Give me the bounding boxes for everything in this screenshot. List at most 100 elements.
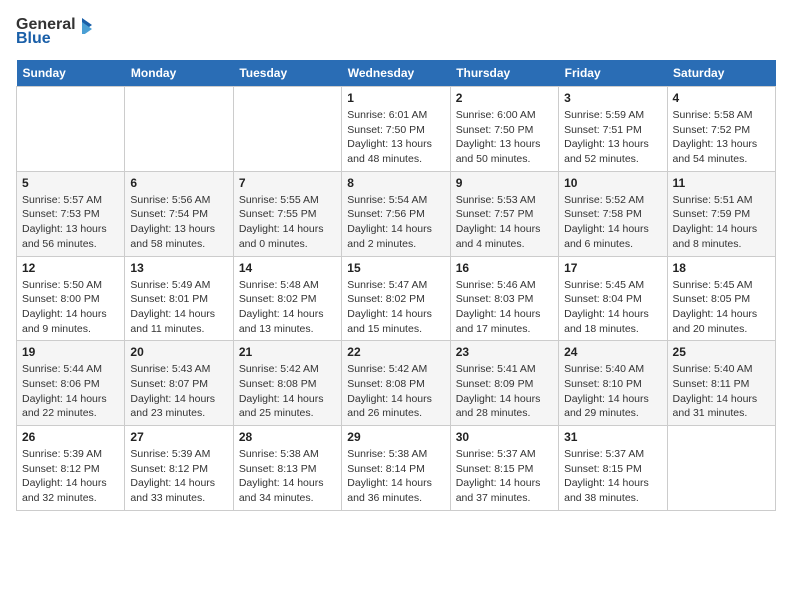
day-header-tuesday: Tuesday (233, 60, 341, 87)
day-number: 9 (456, 176, 553, 190)
week-row-2: 5 Sunrise: 5:57 AMSunset: 7:53 PMDaylight… (17, 171, 776, 256)
logo-blue-text: Blue (16, 30, 51, 48)
week-row-1: 1 Sunrise: 6:01 AMSunset: 7:50 PMDaylight… (17, 87, 776, 172)
day-info: Sunrise: 5:46 AMSunset: 8:03 PMDaylight:… (456, 278, 553, 337)
day-number: 4 (673, 91, 770, 105)
day-info: Sunrise: 5:40 AMSunset: 8:10 PMDaylight:… (564, 362, 661, 421)
day-info: Sunrise: 5:50 AMSunset: 8:00 PMDaylight:… (22, 278, 119, 337)
week-row-5: 26 Sunrise: 5:39 AMSunset: 8:12 PMDayligh… (17, 426, 776, 511)
week-row-3: 12 Sunrise: 5:50 AMSunset: 8:00 PMDayligh… (17, 256, 776, 341)
calendar-cell: 21Sunrise: 5:42 AMSunset: 8:08 PMDayligh… (233, 341, 341, 426)
calendar-cell: 27 Sunrise: 5:39 AMSunset: 8:12 PMDayligh… (125, 426, 233, 511)
week-row-4: 19 Sunrise: 5:44 AMSunset: 8:06 PMDayligh… (17, 341, 776, 426)
calendar-cell: 13Sunrise: 5:49 AMSunset: 8:01 PMDayligh… (125, 256, 233, 341)
day-number: 21 (239, 345, 336, 359)
day-number: 1 (347, 91, 444, 105)
calendar-cell: 2 Sunrise: 6:00 AMSunset: 7:50 PMDaylight… (450, 87, 558, 172)
logo-arrow-icon (78, 16, 96, 34)
day-info: Sunrise: 5:52 AMSunset: 7:58 PMDaylight:… (564, 193, 661, 252)
day-number: 16 (456, 261, 553, 275)
day-number: 24 (564, 345, 661, 359)
calendar-cell: 14 Sunrise: 5:48 AMSunset: 8:02 PMDayligh… (233, 256, 341, 341)
logo: General Blue (16, 16, 96, 48)
calendar-cell: 25Sunrise: 5:40 AMSunset: 8:11 PMDayligh… (667, 341, 775, 426)
calendar-cell: 6 Sunrise: 5:56 AMSunset: 7:54 PMDaylight… (125, 171, 233, 256)
calendar-cell: 30Sunrise: 5:37 AMSunset: 8:15 PMDayligh… (450, 426, 558, 511)
day-number: 7 (239, 176, 336, 190)
day-info: Sunrise: 5:37 AMSunset: 8:15 PMDaylight:… (456, 447, 553, 506)
day-info: Sunrise: 6:01 AMSunset: 7:50 PMDaylight:… (347, 108, 444, 167)
day-info: Sunrise: 5:38 AMSunset: 8:14 PMDaylight:… (347, 447, 444, 506)
day-info: Sunrise: 5:49 AMSunset: 8:01 PMDaylight:… (130, 278, 227, 337)
calendar-cell: 28 Sunrise: 5:38 AMSunset: 8:13 PMDayligh… (233, 426, 341, 511)
calendar-cell: 4 Sunrise: 5:58 AMSunset: 7:52 PMDaylight… (667, 87, 775, 172)
calendar-cell: 12 Sunrise: 5:50 AMSunset: 8:00 PMDayligh… (17, 256, 125, 341)
day-info: Sunrise: 5:54 AMSunset: 7:56 PMDaylight:… (347, 193, 444, 252)
day-header-thursday: Thursday (450, 60, 558, 87)
calendar-cell: 7 Sunrise: 5:55 AMSunset: 7:55 PMDaylight… (233, 171, 341, 256)
day-info: Sunrise: 5:53 AMSunset: 7:57 PMDaylight:… (456, 193, 553, 252)
calendar-cell: 20 Sunrise: 5:43 AMSunset: 8:07 PMDayligh… (125, 341, 233, 426)
day-number: 8 (347, 176, 444, 190)
page-header: General Blue (16, 16, 776, 48)
day-number: 12 (22, 261, 119, 275)
day-info: Sunrise: 5:39 AMSunset: 8:12 PMDaylight:… (130, 447, 227, 506)
day-number: 27 (130, 430, 227, 444)
calendar-cell: 3Sunrise: 5:59 AMSunset: 7:51 PMDaylight… (559, 87, 667, 172)
day-header-sunday: Sunday (17, 60, 125, 87)
calendar-cell: 24 Sunrise: 5:40 AMSunset: 8:10 PMDayligh… (559, 341, 667, 426)
day-number: 19 (22, 345, 119, 359)
day-number: 28 (239, 430, 336, 444)
day-info: Sunrise: 5:41 AMSunset: 8:09 PMDaylight:… (456, 362, 553, 421)
day-info: Sunrise: 5:45 AMSunset: 8:04 PMDaylight:… (564, 278, 661, 337)
day-number: 17 (564, 261, 661, 275)
day-number: 10 (564, 176, 661, 190)
calendar-cell: 1 Sunrise: 6:01 AMSunset: 7:50 PMDaylight… (342, 87, 450, 172)
day-info: Sunrise: 5:57 AMSunset: 7:53 PMDaylight:… (22, 193, 119, 252)
day-number: 11 (673, 176, 770, 190)
calendar-cell: 8 Sunrise: 5:54 AMSunset: 7:56 PMDaylight… (342, 171, 450, 256)
calendar-cell (233, 87, 341, 172)
days-header-row: SundayMondayTuesdayWednesdayThursdayFrid… (17, 60, 776, 87)
calendar-cell: 10 Sunrise: 5:52 AMSunset: 7:58 PMDayligh… (559, 171, 667, 256)
day-number: 15 (347, 261, 444, 275)
day-info: Sunrise: 5:58 AMSunset: 7:52 PMDaylight:… (673, 108, 770, 167)
day-info: Sunrise: 5:44 AMSunset: 8:06 PMDaylight:… (22, 362, 119, 421)
day-info: Sunrise: 5:38 AMSunset: 8:13 PMDaylight:… (239, 447, 336, 506)
day-info: Sunrise: 5:51 AMSunset: 7:59 PMDaylight:… (673, 193, 770, 252)
calendar-cell: 15 Sunrise: 5:47 AMSunset: 8:02 PMDayligh… (342, 256, 450, 341)
day-info: Sunrise: 6:00 AMSunset: 7:50 PMDaylight:… (456, 108, 553, 167)
day-number: 26 (22, 430, 119, 444)
day-info: Sunrise: 5:48 AMSunset: 8:02 PMDaylight:… (239, 278, 336, 337)
calendar-cell: 23 Sunrise: 5:41 AMSunset: 8:09 PMDayligh… (450, 341, 558, 426)
day-info: Sunrise: 5:45 AMSunset: 8:05 PMDaylight:… (673, 278, 770, 337)
day-info: Sunrise: 5:59 AMSunset: 7:51 PMDaylight:… (564, 108, 661, 167)
day-info: Sunrise: 5:43 AMSunset: 8:07 PMDaylight:… (130, 362, 227, 421)
day-info: Sunrise: 5:56 AMSunset: 7:54 PMDaylight:… (130, 193, 227, 252)
calendar-cell: 26 Sunrise: 5:39 AMSunset: 8:12 PMDayligh… (17, 426, 125, 511)
day-number: 6 (130, 176, 227, 190)
calendar-cell: 17 Sunrise: 5:45 AMSunset: 8:04 PMDayligh… (559, 256, 667, 341)
day-info: Sunrise: 5:55 AMSunset: 7:55 PMDaylight:… (239, 193, 336, 252)
day-number: 23 (456, 345, 553, 359)
day-info: Sunrise: 5:37 AMSunset: 8:15 PMDaylight:… (564, 447, 661, 506)
day-header-monday: Monday (125, 60, 233, 87)
day-info: Sunrise: 5:42 AMSunset: 8:08 PMDaylight:… (347, 362, 444, 421)
day-info: Sunrise: 5:47 AMSunset: 8:02 PMDaylight:… (347, 278, 444, 337)
day-number: 29 (347, 430, 444, 444)
calendar-cell: 22Sunrise: 5:42 AMSunset: 8:08 PMDayligh… (342, 341, 450, 426)
day-header-friday: Friday (559, 60, 667, 87)
calendar-table: SundayMondayTuesdayWednesdayThursdayFrid… (16, 60, 776, 511)
calendar-cell: 19 Sunrise: 5:44 AMSunset: 8:06 PMDayligh… (17, 341, 125, 426)
day-number: 2 (456, 91, 553, 105)
day-number: 14 (239, 261, 336, 275)
calendar-cell (17, 87, 125, 172)
day-number: 20 (130, 345, 227, 359)
calendar-cell: 31Sunrise: 5:37 AMSunset: 8:15 PMDayligh… (559, 426, 667, 511)
calendar-cell: 29 Sunrise: 5:38 AMSunset: 8:14 PMDayligh… (342, 426, 450, 511)
day-header-saturday: Saturday (667, 60, 775, 87)
day-header-wednesday: Wednesday (342, 60, 450, 87)
day-info: Sunrise: 5:39 AMSunset: 8:12 PMDaylight:… (22, 447, 119, 506)
calendar-cell: 18Sunrise: 5:45 AMSunset: 8:05 PMDayligh… (667, 256, 775, 341)
day-number: 5 (22, 176, 119, 190)
